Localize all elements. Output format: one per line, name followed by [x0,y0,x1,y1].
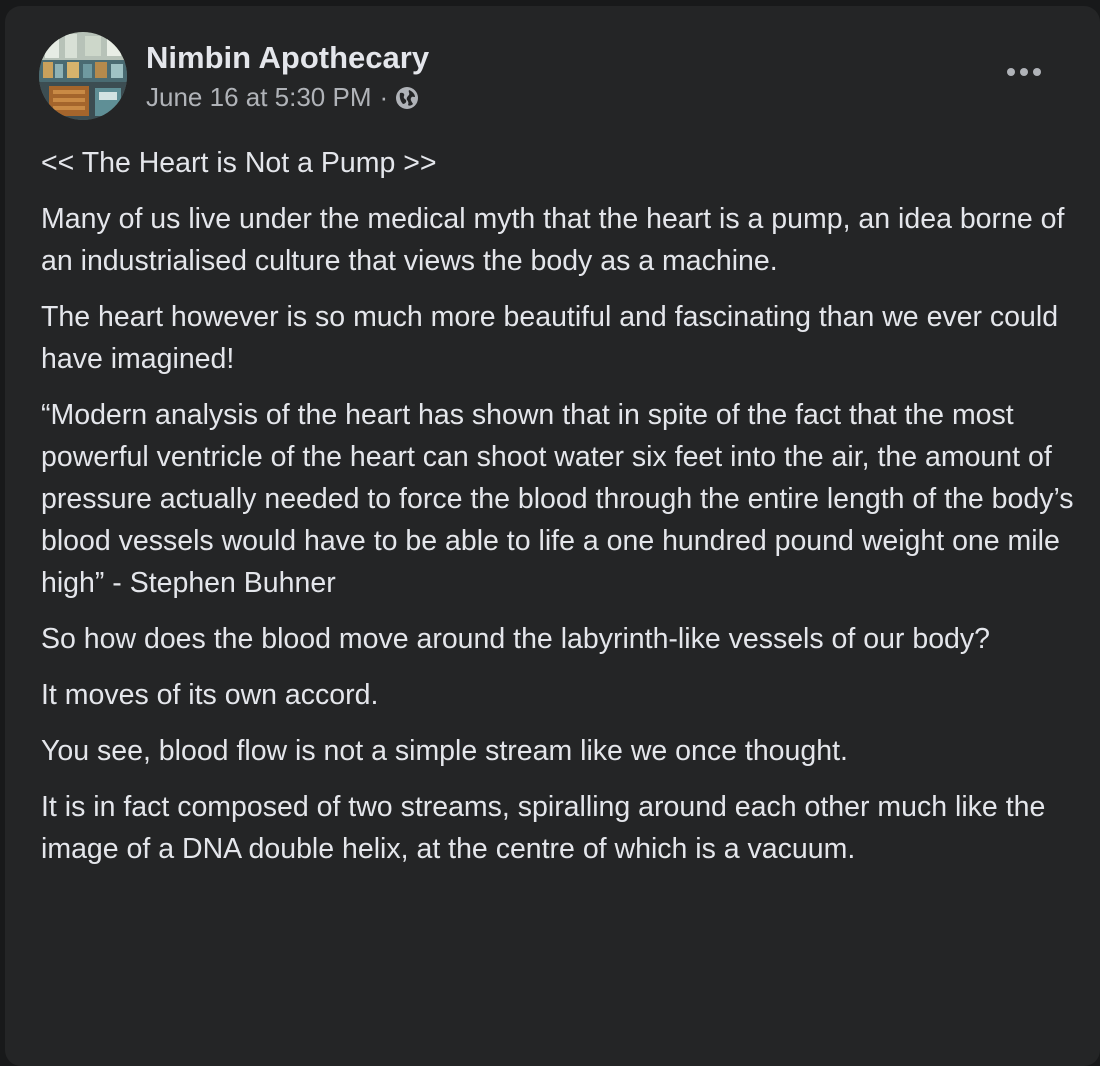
author-block: Nimbin Apothecary June 16 at 5:30 PM · [146,38,429,114]
post-paragraph: It is in fact composed of two streams, s… [41,791,1046,865]
author-name[interactable]: Nimbin Apothecary [146,38,429,78]
page-avatar[interactable] [39,32,127,120]
globe-icon[interactable] [394,85,420,111]
post-paragraph: You see, blood flow is not a simple stre… [41,735,848,767]
post-card: Nimbin Apothecary June 16 at 5:30 PM · <… [5,6,1100,1066]
post-meta: June 16 at 5:30 PM · [146,80,429,114]
post-timestamp[interactable]: June 16 at 5:30 PM [146,80,371,114]
post-text: << The Heart is Not a Pump >> Many of us… [41,142,1091,884]
post-paragraph-quote: “Modern analysis of the heart has shown … [41,399,1074,599]
post-paragraph: Many of us live under the medical myth t… [41,203,1065,277]
post-header: Nimbin Apothecary June 16 at 5:30 PM · [39,32,429,120]
post-paragraph-title: << The Heart is Not a Pump >> [41,147,437,179]
meta-separator: · [379,82,389,112]
post-paragraph: It moves of its own accord. [41,679,379,711]
more-options-icon [1007,68,1041,76]
post-paragraph: The heart however is so much more beauti… [41,301,1059,375]
post-paragraph: So how does the blood move around the la… [41,623,990,655]
more-options-button[interactable] [994,54,1054,90]
